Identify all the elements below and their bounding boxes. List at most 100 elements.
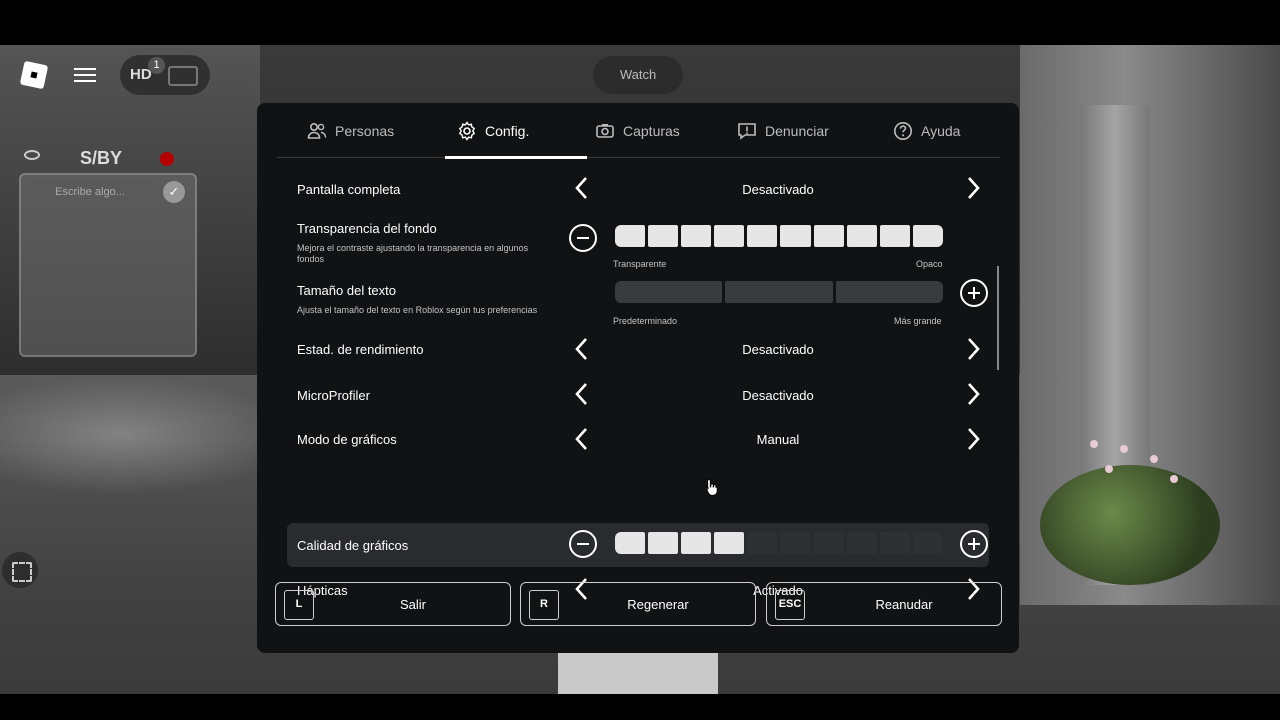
keyhint-r: R (529, 590, 559, 620)
bg-transparency-segment[interactable] (747, 225, 778, 247)
fullscreen-prev-button[interactable] (567, 173, 597, 203)
record-indicator-icon (160, 152, 174, 166)
scene-flower (1120, 445, 1128, 453)
scene-flower (1150, 455, 1158, 463)
gear-icon (457, 120, 477, 141)
chevron-left-icon (575, 177, 587, 199)
settings-panel: Personas Config. Capturas Denunciar Ayud… (257, 103, 1019, 653)
resume-label: Reanudar (875, 597, 933, 612)
bg-transparency-segment[interactable] (846, 225, 877, 247)
graphics-quality-slider[interactable] (615, 532, 943, 554)
fullscreen-label: Pantalla completa (297, 182, 401, 197)
letterbox-bottom (0, 694, 1280, 720)
chevron-right-icon (968, 383, 980, 405)
bg-transparency-segment[interactable] (615, 225, 646, 247)
settings-list: Pantalla completa Desactivado Transparen… (277, 163, 1000, 600)
graphics-quality-segment[interactable] (780, 532, 811, 554)
perf-stats-label: Estad. de rendimiento (297, 342, 424, 357)
leave-button[interactable]: L Salir (275, 582, 511, 626)
microprofiler-prev-button[interactable] (567, 379, 597, 409)
tab-personas[interactable]: Personas (307, 103, 394, 158)
bg-transparency-decrease-button[interactable] (569, 224, 597, 252)
microprofiler-label: MicroProfiler (297, 388, 370, 403)
text-size-segment[interactable] (725, 281, 833, 303)
chevron-left-icon (575, 383, 587, 405)
tab-label: Config. (485, 122, 530, 139)
camera-icon (595, 121, 615, 141)
people-icon (307, 121, 327, 141)
perf-stats-prev-button[interactable] (567, 334, 597, 364)
reset-label: Regenerar (627, 597, 689, 612)
text-size-slider[interactable] (615, 281, 943, 303)
help-icon (893, 121, 913, 141)
bg-transparency-min-label: Transparente (613, 259, 667, 269)
perf-stats-next-button[interactable] (958, 334, 988, 364)
report-icon (737, 121, 757, 141)
bg-transparency-segment[interactable] (912, 225, 943, 247)
perf-stats-value: Desactivado (742, 342, 814, 357)
tab-help[interactable]: Ayuda (893, 103, 960, 158)
text-size-min-label: Predeterminado (613, 316, 678, 326)
text-size-description: Ajusta el tamaño del texto en Roblox seg… (297, 305, 538, 315)
active-tab-indicator (445, 156, 587, 159)
graphics-quality-segment[interactable] (879, 532, 910, 554)
selection-icon[interactable] (2, 552, 38, 588)
graphics-quality-increase-button[interactable] (960, 530, 988, 558)
bg-transparency-label: Transparencia del fondo (297, 221, 437, 236)
graphics-mode-prev-button[interactable] (567, 424, 597, 454)
tab-report[interactable]: Denunciar (737, 103, 829, 158)
tab-config[interactable]: Config. (457, 103, 529, 158)
scene-flower (1105, 465, 1113, 473)
tab-label: Ayuda (921, 122, 961, 139)
chevron-right-icon (968, 338, 980, 360)
scene-fog (0, 375, 300, 495)
chevron-right-icon (968, 177, 980, 199)
bg-transparency-segment[interactable] (681, 225, 712, 247)
graphics-mode-next-button[interactable] (958, 424, 988, 454)
graphics-quality-segment[interactable] (813, 532, 844, 554)
tab-label: Personas (335, 122, 395, 139)
watch-button[interactable]: Watch (593, 56, 683, 94)
eye-icon[interactable] (24, 150, 40, 160)
scene-bush (1040, 465, 1220, 585)
camera-icon[interactable] (168, 66, 198, 86)
graphics-quality-segment[interactable] (648, 532, 679, 554)
resume-button[interactable]: ESC Reanudar (766, 582, 1002, 626)
graphics-quality-decrease-button[interactable] (569, 530, 597, 558)
menu-button[interactable] (70, 64, 100, 88)
bg-transparency-slider[interactable] (615, 225, 943, 247)
tab-label: Denunciar (765, 122, 829, 139)
graphics-quality-segment[interactable] (681, 532, 712, 554)
graphics-quality-segment[interactable] (912, 532, 943, 554)
tab-bar: Personas Config. Capturas Denunciar Ayud… (277, 103, 1000, 159)
leave-label: Salir (399, 597, 426, 612)
graphics-quality-segment[interactable] (747, 532, 778, 554)
text-size-label: Tamaño del texto (297, 283, 397, 298)
microprofiler-next-button[interactable] (958, 379, 988, 409)
tab-label: Capturas (623, 122, 680, 139)
graphics-quality-segment[interactable] (615, 532, 646, 554)
graphics-quality-segment[interactable] (714, 532, 745, 554)
text-size-increase-button[interactable] (960, 279, 988, 307)
reset-button[interactable]: R Regenerar (520, 582, 756, 626)
text-size-max-label: Más grande (894, 316, 942, 326)
tab-captures[interactable]: Capturas (595, 103, 680, 158)
text-size-segment[interactable] (615, 281, 723, 303)
fullscreen-next-button[interactable] (958, 173, 988, 203)
settings-scrollbar[interactable] (997, 266, 999, 370)
bg-transparency-segment[interactable] (714, 225, 745, 247)
graphics-quality-segment[interactable] (846, 532, 877, 554)
keyhint-esc: ESC (775, 590, 805, 620)
checkmark-icon[interactable]: ✓ (163, 181, 185, 203)
text-size-segment[interactable] (835, 281, 943, 303)
chat-input[interactable]: Escribe algo... (28, 180, 152, 204)
bg-transparency-segment[interactable] (813, 225, 844, 247)
notification-badge: 1 (148, 57, 165, 74)
bg-transparency-segment[interactable] (879, 225, 910, 247)
hand-cursor-icon (705, 479, 718, 496)
player-tag: S/BY (80, 148, 123, 168)
graphics-mode-value: Manual (756, 432, 800, 447)
roblox-logo-icon[interactable] (19, 60, 49, 90)
bg-transparency-segment[interactable] (648, 225, 679, 247)
bg-transparency-segment[interactable] (780, 225, 811, 247)
